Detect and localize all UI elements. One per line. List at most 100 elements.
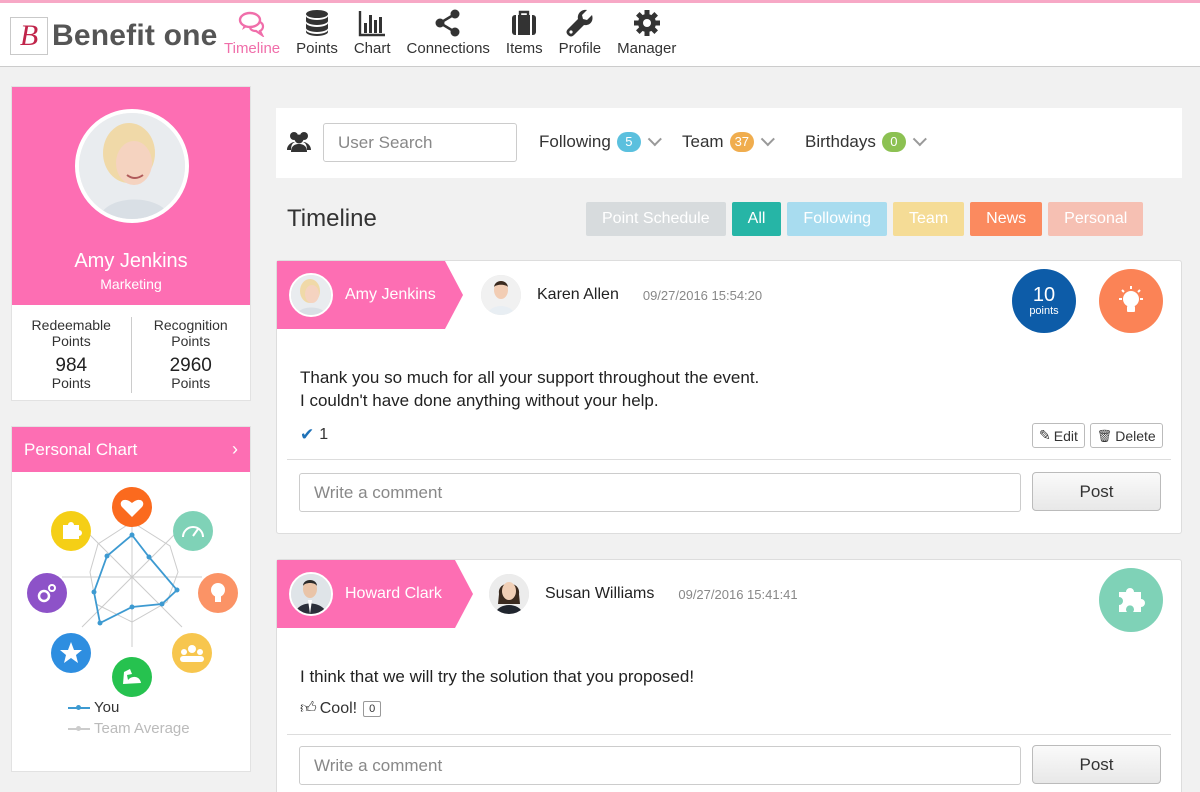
- logo-mark: B: [10, 17, 48, 55]
- nav-label: Connections: [406, 40, 490, 57]
- following-label: Following: [539, 132, 611, 151]
- legend-team: Team Average: [68, 718, 190, 739]
- profile-name: Amy Jenkins: [74, 250, 188, 272]
- recognition-value: 2960: [169, 355, 212, 376]
- comments-icon: [238, 11, 265, 37]
- legend-you: You: [68, 697, 190, 718]
- tab-news[interactable]: News: [970, 202, 1043, 236]
- nav-label: Chart: [353, 40, 391, 57]
- timeline-post: Amy Jenkins Karen Allen 09/27/2016 15:54…: [276, 260, 1182, 534]
- tab-personal[interactable]: Personal: [1048, 202, 1144, 236]
- nav-points[interactable]: Points: [296, 9, 338, 57]
- comment-input[interactable]: [299, 746, 1021, 785]
- star-icon: [51, 633, 91, 673]
- briefcase-icon: [512, 10, 537, 35]
- points-badge: 10 points: [1012, 269, 1076, 333]
- nav-label: Timeline: [224, 40, 281, 57]
- team-filter[interactable]: Team 37: [682, 132, 775, 152]
- cool-button[interactable]: 👍︎ Cool! 0: [300, 699, 382, 718]
- tab-point-schedule[interactable]: Point Schedule: [586, 202, 726, 236]
- legend-you-swatch: [68, 704, 90, 710]
- timeline-title: Timeline: [287, 205, 377, 232]
- post-message: Thank you so much for all your support t…: [300, 366, 759, 412]
- post-sender-ribbon[interactable]: Amy Jenkins: [277, 261, 463, 329]
- following-count-badge: 5: [616, 132, 641, 152]
- logo-text: Benefit one: [52, 19, 218, 52]
- group-icon: [172, 633, 212, 673]
- edit-label: Edit: [1053, 427, 1078, 444]
- legend-team-swatch: [68, 725, 90, 731]
- avatar[interactable]: [75, 109, 189, 223]
- tab-all[interactable]: All: [731, 202, 782, 236]
- share-icon: [435, 9, 460, 37]
- post-comment-button[interactable]: Post: [1032, 472, 1161, 511]
- gears-icon: [27, 573, 67, 613]
- avatar: [489, 574, 529, 614]
- recognition-label: Recognition: [153, 317, 228, 333]
- nav-label: Items: [505, 40, 543, 57]
- divider: [287, 459, 1171, 460]
- redeemable-unit: Points: [51, 375, 91, 391]
- bar-chart-icon: [358, 11, 386, 37]
- nav-connections[interactable]: Connections: [407, 9, 490, 57]
- main-nav: Timeline Points Chart Connections Items …: [224, 9, 692, 57]
- points-unit: points: [1029, 305, 1059, 317]
- cool-label: Cool!: [319, 699, 358, 717]
- birthdays-label: Birthdays: [805, 132, 876, 151]
- following-filter[interactable]: Following 5: [539, 132, 662, 152]
- post-timestamp: 09/27/2016 15:54:20: [642, 287, 763, 303]
- points-value: 10: [1032, 284, 1056, 306]
- database-icon: [305, 10, 328, 36]
- person-photo: [79, 113, 185, 219]
- delete-button[interactable]: 🗑 Delete: [1090, 423, 1163, 448]
- avatar: [481, 275, 521, 315]
- legend-you-label: You: [94, 699, 120, 716]
- comment-input[interactable]: [299, 473, 1021, 512]
- likes-counter[interactable]: ✔ 1: [300, 425, 328, 445]
- chevron-right-icon: ›: [232, 439, 238, 459]
- nav-items[interactable]: Items: [506, 9, 543, 57]
- post-sender-name: Howard Clark: [345, 585, 442, 602]
- nav-profile[interactable]: Profile: [558, 9, 602, 57]
- delete-label: Delete: [1115, 427, 1156, 444]
- nav-label: Points: [296, 40, 338, 57]
- edit-button[interactable]: ✎ Edit: [1032, 423, 1085, 448]
- personal-chart-header[interactable]: Personal Chart ›: [12, 427, 250, 472]
- tab-team[interactable]: Team: [893, 202, 965, 236]
- birthdays-filter[interactable]: Birthdays 0: [805, 132, 927, 152]
- wrench-icon: [566, 9, 593, 37]
- redeemable-label: Redeemable: [31, 317, 111, 333]
- chevron-down-icon: [760, 132, 775, 147]
- puzzle-icon: [1119, 588, 1145, 612]
- post-comment-button[interactable]: Post: [1032, 745, 1161, 784]
- birthdays-count-badge: 0: [881, 132, 906, 152]
- nav-manager[interactable]: Manager: [617, 9, 676, 57]
- thumbs-up-icon: 👍︎: [300, 700, 317, 717]
- tab-following[interactable]: Following: [787, 202, 888, 236]
- user-search-input[interactable]: [323, 123, 517, 162]
- check-icon: ✔: [300, 425, 315, 444]
- redeemable-label-2: Points: [51, 333, 91, 349]
- post-sender-ribbon[interactable]: Howard Clark: [277, 560, 473, 628]
- nav-label: Manager: [617, 40, 677, 57]
- timeline-tabs: Point Schedule All Following Team News P…: [586, 202, 1149, 236]
- chevron-down-icon: [912, 132, 927, 147]
- lightbulb-icon: [198, 573, 238, 613]
- pencil-icon: ✎: [1039, 427, 1051, 443]
- nav-chart[interactable]: Chart: [354, 9, 391, 57]
- logo[interactable]: B Benefit one: [10, 15, 218, 57]
- nav-timeline[interactable]: Timeline: [224, 9, 280, 57]
- post-sender-name: Amy Jenkins: [345, 286, 436, 303]
- team-count-badge: 37: [729, 132, 755, 152]
- redeemable-value: 984: [55, 355, 88, 376]
- avatar: [289, 273, 333, 317]
- post-recipient[interactable]: Susan Williams 09/27/2016 15:41:41: [489, 574, 798, 614]
- recognition-label-2: Points: [171, 333, 211, 349]
- post-recipient[interactable]: Karen Allen 09/27/2016 15:54:20: [481, 275, 762, 315]
- post-timestamp: 09/27/2016 15:41:41: [678, 586, 798, 602]
- post-message-line: I couldn't have done anything without yo…: [300, 391, 659, 410]
- likes-count: 1: [319, 426, 329, 443]
- trash-icon: 🗑: [1097, 428, 1113, 443]
- nav-label: Profile: [558, 40, 602, 57]
- divider: [287, 734, 1171, 735]
